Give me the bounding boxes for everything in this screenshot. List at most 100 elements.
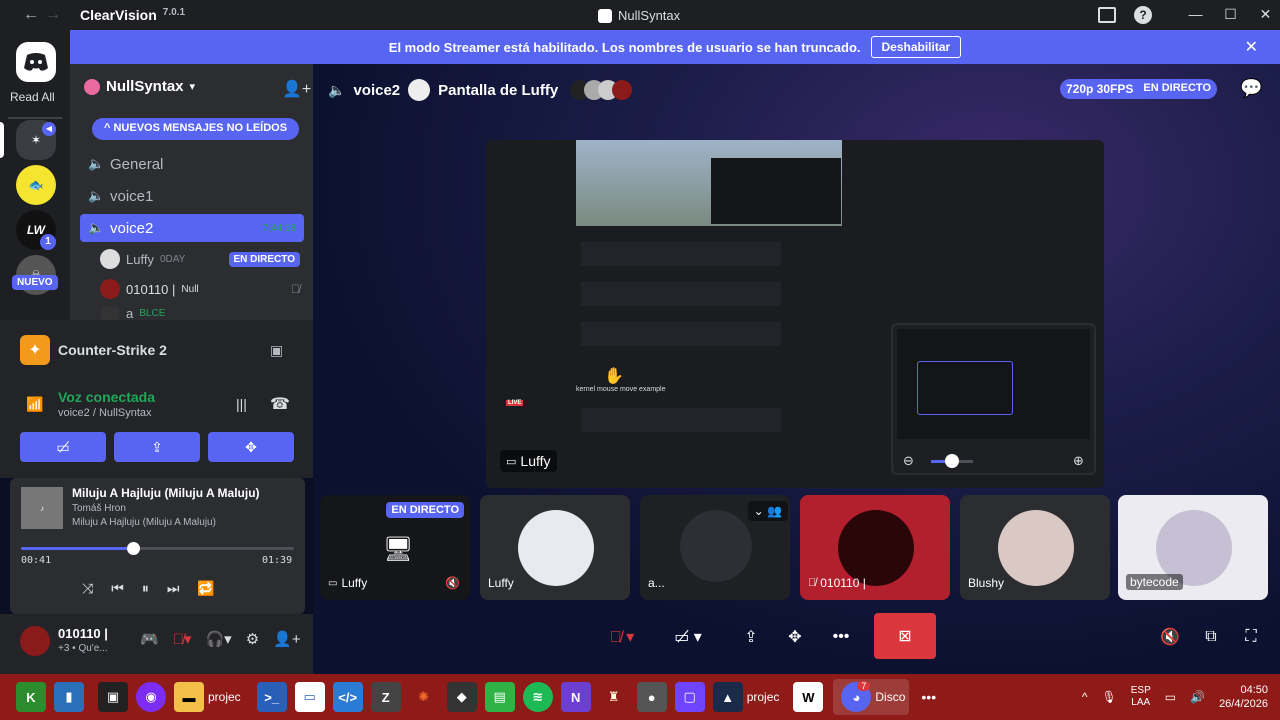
taskbar-game-icon[interactable]: ▤	[484, 682, 515, 712]
muted-mic-icon: 🎙̸	[808, 577, 817, 589]
taskbar-figure-icon[interactable]: ♜	[599, 682, 629, 712]
next-icon[interactable]: ⏭	[167, 580, 180, 597]
settings-gear-icon[interactable]: ⚙	[246, 630, 259, 648]
taskbar-spotify-icon[interactable]: ≋	[522, 682, 553, 712]
monitor-icon: 🖥	[383, 536, 414, 563]
pop-out-control[interactable]: ⧉	[1198, 620, 1224, 654]
voice-user-luffy[interactable]: Luffy 0DAY EN DIRECTO	[100, 247, 300, 271]
mic-muted-icon[interactable]: 🎙̸▾	[173, 630, 192, 648]
screen-share-button[interactable]: ⇪	[114, 432, 200, 462]
taskbar-archive-icon[interactable]: Z	[370, 682, 401, 712]
pause-icon[interactable]: ⏸	[142, 580, 149, 597]
zoom-slider-knob[interactable]	[945, 454, 959, 468]
close-banner-icon[interactable]: ✕	[1245, 37, 1258, 57]
zoom-slider[interactable]	[931, 454, 973, 468]
call-channel-name[interactable]: voice2	[353, 82, 400, 99]
activities-button[interactable]: ✥	[208, 432, 294, 462]
taskbar-discord-item[interactable]: ◕ 7 Disco	[833, 679, 910, 715]
previous-icon[interactable]: ⏮	[111, 580, 124, 597]
repeat-icon[interactable]: 🔁	[197, 580, 214, 597]
taskbar-burst-icon[interactable]: ✺	[409, 682, 439, 712]
taskbar-app-purple-icon[interactable]: ▢	[674, 682, 705, 712]
camera-toggle-button[interactable]: ▭̸	[20, 432, 106, 462]
noise-suppression-icon[interactable]: |||	[236, 396, 247, 412]
add-friend-icon[interactable]: 👤+	[273, 630, 300, 648]
mic-toggle-button[interactable]: 🎙̸ ▾	[592, 620, 652, 654]
minimap-viewport[interactable]	[917, 361, 1013, 415]
clock[interactable]: 04:50 26/4/2026	[1219, 683, 1268, 711]
read-all-label[interactable]: Read All	[10, 90, 55, 104]
taskbar-app-arch-icon[interactable]: ▲	[712, 682, 743, 712]
taskbar-app-gray-icon[interactable]: ●	[636, 682, 667, 712]
taskbar-app-k-icon[interactable]: K	[16, 682, 46, 712]
voice-user-a[interactable]: a BLCE	[100, 307, 300, 320]
close-icon[interactable]: ✕	[1248, 6, 1280, 23]
voice-user-010110[interactable]: 010110 | Null 🎙̸	[100, 277, 300, 301]
taskbar-label[interactable]: projec	[747, 690, 780, 704]
volume-icon[interactable]: 🔊	[1190, 690, 1205, 704]
gamepad-icon[interactable]: 🎮	[140, 630, 159, 648]
language-indicator[interactable]: ESP LAA	[1131, 685, 1151, 709]
disable-streamer-button[interactable]: Deshabilitar	[870, 36, 962, 58]
taskbar-vs-icon[interactable]: N	[560, 682, 591, 712]
participant-tile-luffy[interactable]: Luffy	[480, 495, 630, 600]
activities-control[interactable]: ✥	[780, 620, 810, 654]
help-icon[interactable]: ?	[1134, 6, 1152, 24]
screen-share-control[interactable]: ⇪	[736, 620, 766, 654]
participant-tile-a[interactable]: a... ⌄ 👥	[640, 495, 790, 600]
channel-general[interactable]: 🔈 General	[80, 150, 304, 178]
maximize-icon[interactable]: ☐	[1213, 6, 1248, 23]
volume-mute-control[interactable]: 🔇	[1156, 620, 1184, 654]
more-dots-icon[interactable]: •••	[921, 689, 936, 705]
disconnect-icon: ⊠	[898, 628, 912, 645]
user-avatar[interactable]	[20, 626, 50, 656]
add-member-icon[interactable]: 👤+	[282, 79, 311, 99]
taskbar-cube-icon[interactable]: ◆	[446, 682, 477, 712]
server-header[interactable]: NullSyntax ▾	[84, 78, 195, 95]
taskbar-window-icon[interactable]: ▭	[294, 682, 325, 712]
participant-tile-bytecode[interactable]: bytecode	[1118, 495, 1268, 600]
headphones-icon[interactable]: 🎧▾	[205, 630, 231, 648]
taskbar-terminal-icon[interactable]: ▣	[98, 682, 128, 712]
participants-toggle-icon[interactable]: ⌄ 👥	[747, 501, 788, 521]
disconnect-icon[interactable]: ☎	[270, 394, 290, 414]
leave-call-button[interactable]: ⊠	[874, 613, 936, 659]
mute-stream-icon[interactable]: 🔇	[445, 576, 460, 590]
tray-chevron-icon[interactable]: ^	[1082, 690, 1088, 704]
camera-toggle-control[interactable]: ▭̸ ▾	[660, 620, 716, 654]
network-icon[interactable]: ▭	[1165, 690, 1176, 704]
more-options-control[interactable]: •••	[826, 620, 856, 654]
zoom-in-icon[interactable]: ⊕	[1073, 453, 1084, 469]
user-info[interactable]: 010110 | +3 • Qu'e...	[58, 626, 108, 654]
minimize-icon[interactable]: —	[1178, 6, 1213, 23]
track-progress-bar[interactable]	[21, 542, 294, 555]
taskbar-powershell-icon[interactable]: >_	[256, 682, 287, 712]
new-messages-pill[interactable]: ^ NUEVOS MENSAJES NO LEÍDOS	[92, 118, 300, 140]
taskbar-app-bar-icon[interactable]: ▮	[54, 682, 84, 712]
voice-status[interactable]: Voz conectada voice2 / NullSyntax	[58, 389, 155, 419]
chat-bubble-icon[interactable]: 💬	[1240, 78, 1262, 99]
taskbar-folder-icon[interactable]: ▬	[174, 682, 204, 712]
server-icon-yellow[interactable]: 🐟	[16, 165, 56, 205]
fullscreen-control[interactable]: ⛶	[1238, 620, 1264, 654]
channel-voice1[interactable]: 🔈 voice1	[80, 182, 304, 210]
taskbar-vscode-icon[interactable]: </>	[332, 682, 363, 712]
channel-voice2[interactable]: 🔈 voice2 7:44:18	[80, 214, 304, 242]
participant-tile-luffy-stream[interactable]: EN DIRECTO 🖥 ▭ Luffy 🔇	[320, 495, 470, 600]
zoom-out-icon[interactable]: ⊖	[903, 453, 914, 469]
participant-tile-blushy[interactable]: Blushy	[960, 495, 1110, 600]
track-progress-knob[interactable]	[126, 542, 140, 555]
forward-arrow-icon[interactable]: →	[42, 6, 64, 24]
participant-tile-010110[interactable]: 🎙̸ 010110 |	[800, 495, 950, 600]
taskbar-wave-icon[interactable]: W	[793, 682, 824, 712]
zoom-minimap[interactable]: ⊖ ⊕	[891, 323, 1096, 475]
inbox-icon[interactable]	[1098, 7, 1116, 23]
taskbar-label[interactable]: projec	[208, 690, 241, 704]
stream-game-icon[interactable]: ▣	[270, 342, 283, 359]
back-arrow-icon[interactable]: ←	[20, 6, 42, 24]
microphone-icon[interactable]: 🎙	[1102, 690, 1117, 704]
taskbar-browser-icon[interactable]: ◉	[136, 682, 166, 712]
discord-home-icon[interactable]	[16, 42, 56, 82]
shuffle-icon[interactable]: ⤨	[82, 580, 93, 597]
stream-live-tag: LIVE	[506, 400, 524, 406]
